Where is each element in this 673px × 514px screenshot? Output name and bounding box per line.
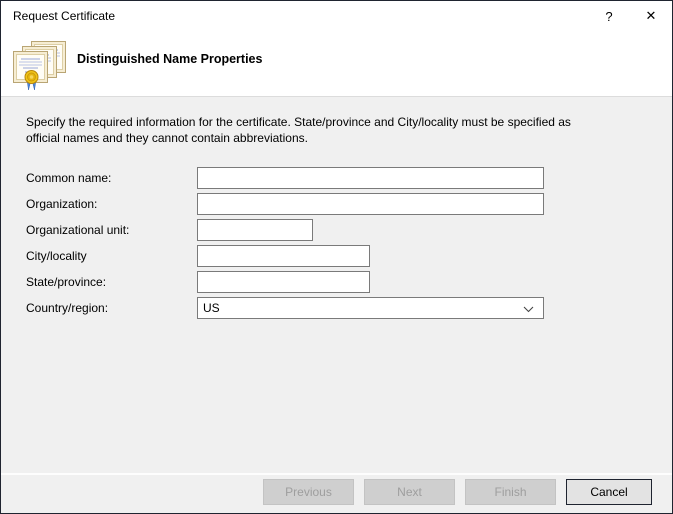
page-title: Distinguished Name Properties (77, 52, 262, 66)
close-icon[interactable]: ✕ (630, 1, 672, 31)
request-certificate-dialog: Request Certificate ? ✕ (0, 0, 673, 514)
form-row-state-province: State/province: (26, 271, 647, 293)
country-region-value: US (203, 301, 220, 315)
organization-label: Organization: (26, 197, 197, 211)
form-row-city-locality: City/locality (26, 245, 647, 267)
instruction-text: Specify the required information for the… (26, 114, 582, 146)
wizard-header: Distinguished Name Properties (1, 31, 672, 97)
wizard-content: Specify the required information for the… (1, 97, 672, 473)
state-province-input[interactable] (197, 271, 370, 293)
city-locality-input[interactable] (197, 245, 370, 267)
organizational-unit-input[interactable] (197, 219, 313, 241)
distinguished-name-form: Common name: Organization: Organizationa… (26, 167, 647, 319)
country-region-combobox[interactable]: US (197, 297, 544, 319)
organization-input[interactable] (197, 193, 544, 215)
wizard-footer: Previous Next Finish Cancel (1, 473, 672, 513)
state-province-label: State/province: (26, 275, 197, 289)
help-icon[interactable]: ? (588, 1, 630, 31)
window-title: Request Certificate (1, 9, 588, 23)
city-locality-label: City/locality (26, 249, 197, 263)
form-row-organization: Organization: (26, 193, 647, 215)
form-row-common-name: Common name: (26, 167, 647, 189)
common-name-input[interactable] (197, 167, 544, 189)
cancel-button[interactable]: Cancel (566, 479, 652, 505)
form-row-organizational-unit: Organizational unit: (26, 219, 647, 241)
finish-button: Finish (465, 479, 556, 505)
titlebar: Request Certificate ? ✕ (1, 1, 672, 31)
previous-button: Previous (263, 479, 354, 505)
certificates-icon (13, 40, 67, 92)
next-button: Next (364, 479, 455, 505)
form-row-country-region: Country/region: US (26, 297, 647, 319)
chevron-down-icon (523, 302, 534, 316)
country-region-label: Country/region: (26, 301, 197, 315)
common-name-label: Common name: (26, 171, 197, 185)
organizational-unit-label: Organizational unit: (26, 223, 197, 237)
